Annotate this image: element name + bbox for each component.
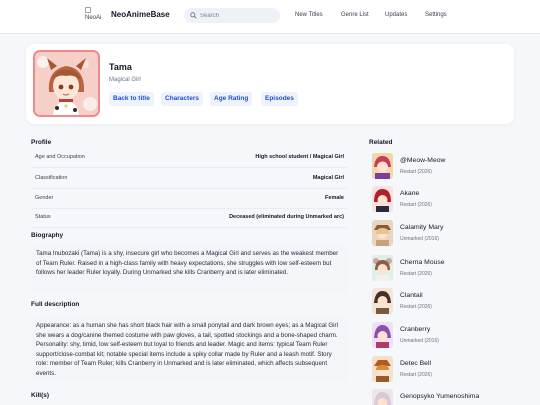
related-meta: Unmarked (2016)	[400, 236, 439, 242]
profile-row-key: Gender	[35, 195, 54, 201]
related-item[interactable]: @Meow-Meow Restart (2026)	[369, 152, 515, 182]
nav-settings[interactable]: Settings	[425, 12, 447, 18]
profile-row-value: High school student / Magical Girl	[255, 154, 344, 160]
profile-row-value: Female	[325, 195, 344, 201]
related-thumbnail	[372, 322, 393, 348]
related-item[interactable]: Clantail Restart (2026)	[369, 287, 515, 317]
related-thumbnail	[372, 186, 393, 212]
search-box[interactable]	[184, 8, 280, 23]
related-item[interactable]: Cherna Mouse Restart (2026)	[369, 254, 515, 284]
logo-alt-text: NeoAi	[85, 15, 102, 21]
search-input[interactable]	[200, 10, 276, 21]
site-name[interactable]: NeoAnimeBase	[111, 10, 170, 19]
related-thumbnail	[372, 288, 393, 314]
biography-section-title: Biography	[31, 232, 64, 239]
related-meta: Restart (2026)	[400, 372, 432, 378]
related-item[interactable]: Akane Restart (2026)	[369, 185, 515, 215]
related-meta: Restart (2026)	[400, 304, 432, 310]
related-meta: Restart (2026)	[400, 169, 432, 175]
related-meta: Restart (2026)	[400, 271, 432, 277]
related-thumbnail	[372, 220, 393, 246]
age-rating-button[interactable]: Age Rating	[210, 92, 253, 106]
related-thumbnail	[372, 389, 393, 405]
related-name: Detec Bell	[400, 360, 431, 367]
nav-genre-list[interactable]: Genre List	[341, 12, 369, 18]
related-name: Calamity Mary	[400, 224, 444, 231]
character-portrait-image	[35, 52, 98, 115]
biography-text: Tama Inubozaki (Tama) is a shy, insecure…	[31, 244, 348, 294]
profile-row-value: Magical Girl	[312, 175, 344, 181]
related-item[interactable]: Calamity Mary Unmarked (2016)	[369, 219, 515, 249]
related-name: Genopsyko Yumenoshima	[400, 393, 480, 400]
related-section-title: Related	[369, 139, 393, 146]
character-header-card: Tama Magical Girl Back to title Characte…	[26, 44, 514, 124]
profile-row-age-occupation: Age and Occupation High school student /…	[31, 148, 348, 168]
related-thumbnail	[372, 153, 393, 179]
character-subtitle: Magical Girl	[109, 77, 141, 83]
profile-section-title: Profile	[31, 139, 52, 146]
related-thumbnail	[372, 255, 393, 281]
related-name: @Meow-Meow	[400, 157, 446, 164]
profile-row-status: Status Deceased (eliminated during Unmar…	[31, 208, 348, 228]
profile-row-key: Status	[35, 214, 51, 220]
profile-row-key: Age and Occupation	[35, 154, 85, 160]
profile-row-classification: Classification Magical Girl	[31, 169, 348, 189]
characters-button[interactable]: Characters	[161, 92, 203, 106]
nav-updates[interactable]: Updates	[385, 12, 407, 18]
top-navigation-bar: NeoAi NeoAnimeBase New Titles Genre List…	[0, 0, 540, 34]
full-description-section-title: Full description	[31, 301, 80, 308]
character-name: Tama	[109, 62, 132, 72]
back-to-title-button[interactable]: Back to title	[109, 92, 154, 106]
kills-section-title: Kill(s)	[31, 392, 50, 399]
related-meta: Unmarked (2016)	[400, 338, 439, 344]
search-icon	[190, 12, 197, 19]
related-item[interactable]: Cranberry Unmarked (2016)	[369, 321, 515, 351]
nav-new-titles[interactable]: New Titles	[295, 12, 323, 18]
site-logo[interactable]: NeoAi	[85, 7, 105, 23]
related-meta: Restart (2026)	[400, 202, 432, 208]
related-item[interactable]: Genopsyko Yumenoshima	[369, 388, 515, 405]
profile-row-key: Classification	[35, 175, 68, 181]
broken-image-icon	[85, 7, 91, 13]
related-name: Cherna Mouse	[400, 259, 445, 266]
full-description-text: Appearance: as a human she has short bla…	[31, 316, 348, 382]
related-name: Clantail	[400, 292, 423, 299]
episodes-button[interactable]: Episodes	[261, 92, 298, 106]
profile-row-gender: Gender Female	[31, 189, 348, 209]
related-item[interactable]: Detec Bell Restart (2026)	[369, 355, 515, 385]
related-name: Cranberry	[400, 326, 431, 333]
profile-row-value: Deceased (eliminated during Unmarked arc…	[229, 214, 344, 220]
related-name: Akane	[400, 190, 420, 197]
character-avatar	[33, 50, 100, 117]
related-thumbnail	[372, 356, 393, 382]
